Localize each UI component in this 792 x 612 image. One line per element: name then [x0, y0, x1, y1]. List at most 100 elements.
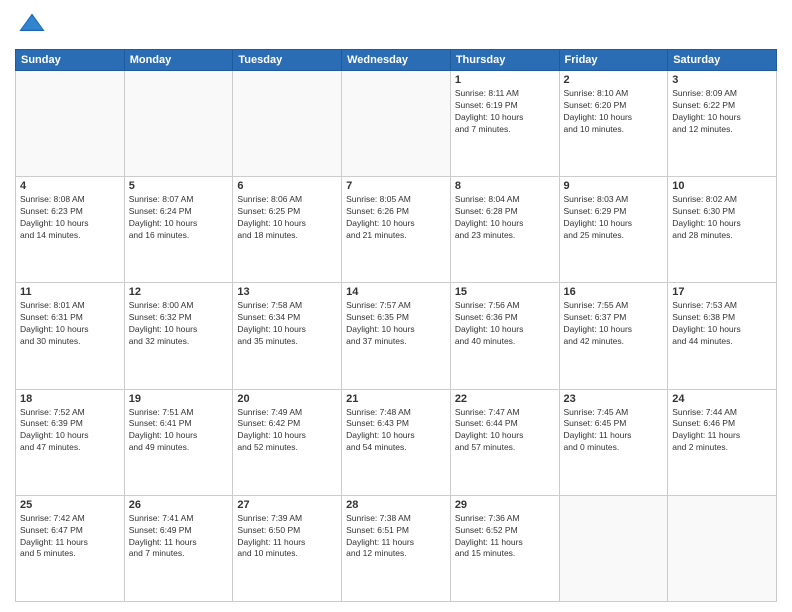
calendar-cell: 1 Sunrise: 8:11 AM Sunset: 6:19 PM Daylig…: [450, 71, 559, 177]
day-info: Sunrise: 7:39 AM Sunset: 6:50 PM Dayligh…: [237, 513, 337, 561]
logo-icon: [18, 10, 46, 38]
calendar-week-row: 11Sunrise: 8:01 AM Sunset: 6:31 PM Dayli…: [16, 283, 777, 389]
day-number: 21: [346, 393, 446, 405]
day-number: 23: [564, 393, 664, 405]
day-info: Sunrise: 8:11 AM Sunset: 6:19 PM Dayligh…: [455, 88, 555, 136]
day-number: 7: [346, 180, 446, 192]
page: SundayMondayTuesdayWednesdayThursdayFrid…: [0, 0, 792, 612]
calendar-cell: 3 Sunrise: 8:09 AM Sunset: 6:22 PM Daylig…: [668, 71, 777, 177]
day-number: 29: [455, 499, 555, 511]
day-number: 19: [129, 393, 229, 405]
header: [15, 10, 777, 43]
day-number: 6: [237, 180, 337, 192]
calendar-cell: 27 Sunrise: 7:39 AM Sunset: 6:50 PM Dayli…: [233, 495, 342, 601]
day-number: 8: [455, 180, 555, 192]
day-info: Sunrise: 8:02 AM Sunset: 6:30 PM Dayligh…: [672, 194, 772, 242]
calendar-cell: 6 Sunrise: 8:06 AM Sunset: 6:25 PM Daylig…: [233, 177, 342, 283]
day-number: 12: [129, 286, 229, 298]
calendar-week-row: 18 Sunrise: 7:52 AM Sunset: 6:39 PM Dayli…: [16, 389, 777, 495]
calendar-cell: 19 Sunrise: 7:51 AM Sunset: 6:41 PM Dayli…: [124, 389, 233, 495]
calendar-cell: [16, 71, 125, 177]
calendar-header-row: SundayMondayTuesdayWednesdayThursdayFrid…: [16, 50, 777, 71]
calendar-cell: [668, 495, 777, 601]
day-info: Sunrise: 8:04 AM Sunset: 6:28 PM Dayligh…: [455, 194, 555, 242]
day-info: Sunrise: 7:49 AM Sunset: 6:42 PM Dayligh…: [237, 407, 337, 455]
day-number: 25: [20, 499, 120, 511]
logo: [15, 10, 46, 43]
calendar-week-row: 1 Sunrise: 8:11 AM Sunset: 6:19 PM Daylig…: [16, 71, 777, 177]
day-info: Sunrise: 8:09 AM Sunset: 6:22 PM Dayligh…: [672, 88, 772, 136]
day-info: Sunrise: 7:47 AM Sunset: 6:44 PM Dayligh…: [455, 407, 555, 455]
day-info: Sunrise: 8:03 AM Sunset: 6:29 PM Dayligh…: [564, 194, 664, 242]
calendar-cell: 25Sunrise: 7:42 AM Sunset: 6:47 PM Dayli…: [16, 495, 125, 601]
day-info: Sunrise: 7:55 AM Sunset: 6:37 PM Dayligh…: [564, 300, 664, 348]
calendar-table: SundayMondayTuesdayWednesdayThursdayFrid…: [15, 49, 777, 602]
calendar-cell: 18 Sunrise: 7:52 AM Sunset: 6:39 PM Dayli…: [16, 389, 125, 495]
calendar-cell: 7 Sunrise: 8:05 AM Sunset: 6:26 PM Daylig…: [342, 177, 451, 283]
day-info: Sunrise: 7:44 AM Sunset: 6:46 PM Dayligh…: [672, 407, 772, 455]
calendar-cell: [124, 71, 233, 177]
weekday-header: Wednesday: [342, 50, 451, 71]
day-number: 20: [237, 393, 337, 405]
day-info: Sunrise: 7:53 AM Sunset: 6:38 PM Dayligh…: [672, 300, 772, 348]
day-number: 16: [564, 286, 664, 298]
calendar-cell: [342, 71, 451, 177]
calendar-week-row: 4 Sunrise: 8:08 AM Sunset: 6:23 PM Daylig…: [16, 177, 777, 283]
calendar-cell: 28 Sunrise: 7:38 AM Sunset: 6:51 PM Dayli…: [342, 495, 451, 601]
calendar-cell: 29Sunrise: 7:36 AM Sunset: 6:52 PM Dayli…: [450, 495, 559, 601]
day-number: 17: [672, 286, 772, 298]
calendar-cell: 2 Sunrise: 8:10 AM Sunset: 6:20 PM Daylig…: [559, 71, 668, 177]
calendar-cell: [559, 495, 668, 601]
day-number: 4: [20, 180, 120, 192]
day-number: 3: [672, 74, 772, 86]
day-number: 1: [455, 74, 555, 86]
calendar-cell: 12 Sunrise: 8:00 AM Sunset: 6:32 PM Dayli…: [124, 283, 233, 389]
day-info: Sunrise: 7:41 AM Sunset: 6:49 PM Dayligh…: [129, 513, 229, 561]
day-number: 14: [346, 286, 446, 298]
calendar-cell: 14 Sunrise: 7:57 AM Sunset: 6:35 PM Dayli…: [342, 283, 451, 389]
calendar-cell: 21 Sunrise: 7:48 AM Sunset: 6:43 PM Dayli…: [342, 389, 451, 495]
day-number: 2: [564, 74, 664, 86]
calendar-cell: 13 Sunrise: 7:58 AM Sunset: 6:34 PM Dayli…: [233, 283, 342, 389]
calendar-cell: 17 Sunrise: 7:53 AM Sunset: 6:38 PM Dayli…: [668, 283, 777, 389]
day-info: Sunrise: 7:51 AM Sunset: 6:41 PM Dayligh…: [129, 407, 229, 455]
weekday-header: Saturday: [668, 50, 777, 71]
calendar-cell: 8 Sunrise: 8:04 AM Sunset: 6:28 PM Daylig…: [450, 177, 559, 283]
day-info: Sunrise: 7:38 AM Sunset: 6:51 PM Dayligh…: [346, 513, 446, 561]
day-info: Sunrise: 7:48 AM Sunset: 6:43 PM Dayligh…: [346, 407, 446, 455]
day-info: Sunrise: 8:10 AM Sunset: 6:20 PM Dayligh…: [564, 88, 664, 136]
day-number: 15: [455, 286, 555, 298]
day-number: 5: [129, 180, 229, 192]
day-number: 28: [346, 499, 446, 511]
weekday-header: Tuesday: [233, 50, 342, 71]
day-number: 9: [564, 180, 664, 192]
day-info: Sunrise: 8:08 AM Sunset: 6:23 PM Dayligh…: [20, 194, 120, 242]
calendar-week-row: 25Sunrise: 7:42 AM Sunset: 6:47 PM Dayli…: [16, 495, 777, 601]
calendar-cell: 16 Sunrise: 7:55 AM Sunset: 6:37 PM Dayli…: [559, 283, 668, 389]
calendar-cell: 26 Sunrise: 7:41 AM Sunset: 6:49 PM Dayli…: [124, 495, 233, 601]
calendar-cell: 9 Sunrise: 8:03 AM Sunset: 6:29 PM Daylig…: [559, 177, 668, 283]
calendar-cell: 20 Sunrise: 7:49 AM Sunset: 6:42 PM Dayli…: [233, 389, 342, 495]
day-info: Sunrise: 8:00 AM Sunset: 6:32 PM Dayligh…: [129, 300, 229, 348]
day-info: Sunrise: 7:52 AM Sunset: 6:39 PM Dayligh…: [20, 407, 120, 455]
day-number: 13: [237, 286, 337, 298]
calendar-cell: 11Sunrise: 8:01 AM Sunset: 6:31 PM Dayli…: [16, 283, 125, 389]
calendar-cell: 4 Sunrise: 8:08 AM Sunset: 6:23 PM Daylig…: [16, 177, 125, 283]
day-info: Sunrise: 7:57 AM Sunset: 6:35 PM Dayligh…: [346, 300, 446, 348]
day-info: Sunrise: 7:56 AM Sunset: 6:36 PM Dayligh…: [455, 300, 555, 348]
calendar-cell: 22 Sunrise: 7:47 AM Sunset: 6:44 PM Dayli…: [450, 389, 559, 495]
day-info: Sunrise: 8:05 AM Sunset: 6:26 PM Dayligh…: [346, 194, 446, 242]
calendar-cell: 23Sunrise: 7:45 AM Sunset: 6:45 PM Dayli…: [559, 389, 668, 495]
day-number: 18: [20, 393, 120, 405]
calendar-cell: 15 Sunrise: 7:56 AM Sunset: 6:36 PM Dayli…: [450, 283, 559, 389]
day-info: Sunrise: 8:07 AM Sunset: 6:24 PM Dayligh…: [129, 194, 229, 242]
day-info: Sunrise: 8:01 AM Sunset: 6:31 PM Dayligh…: [20, 300, 120, 348]
day-number: 22: [455, 393, 555, 405]
weekday-header: Thursday: [450, 50, 559, 71]
calendar-cell: 10Sunrise: 8:02 AM Sunset: 6:30 PM Dayli…: [668, 177, 777, 283]
day-number: 27: [237, 499, 337, 511]
day-info: Sunrise: 7:58 AM Sunset: 6:34 PM Dayligh…: [237, 300, 337, 348]
day-number: 26: [129, 499, 229, 511]
weekday-header: Monday: [124, 50, 233, 71]
day-info: Sunrise: 8:06 AM Sunset: 6:25 PM Dayligh…: [237, 194, 337, 242]
